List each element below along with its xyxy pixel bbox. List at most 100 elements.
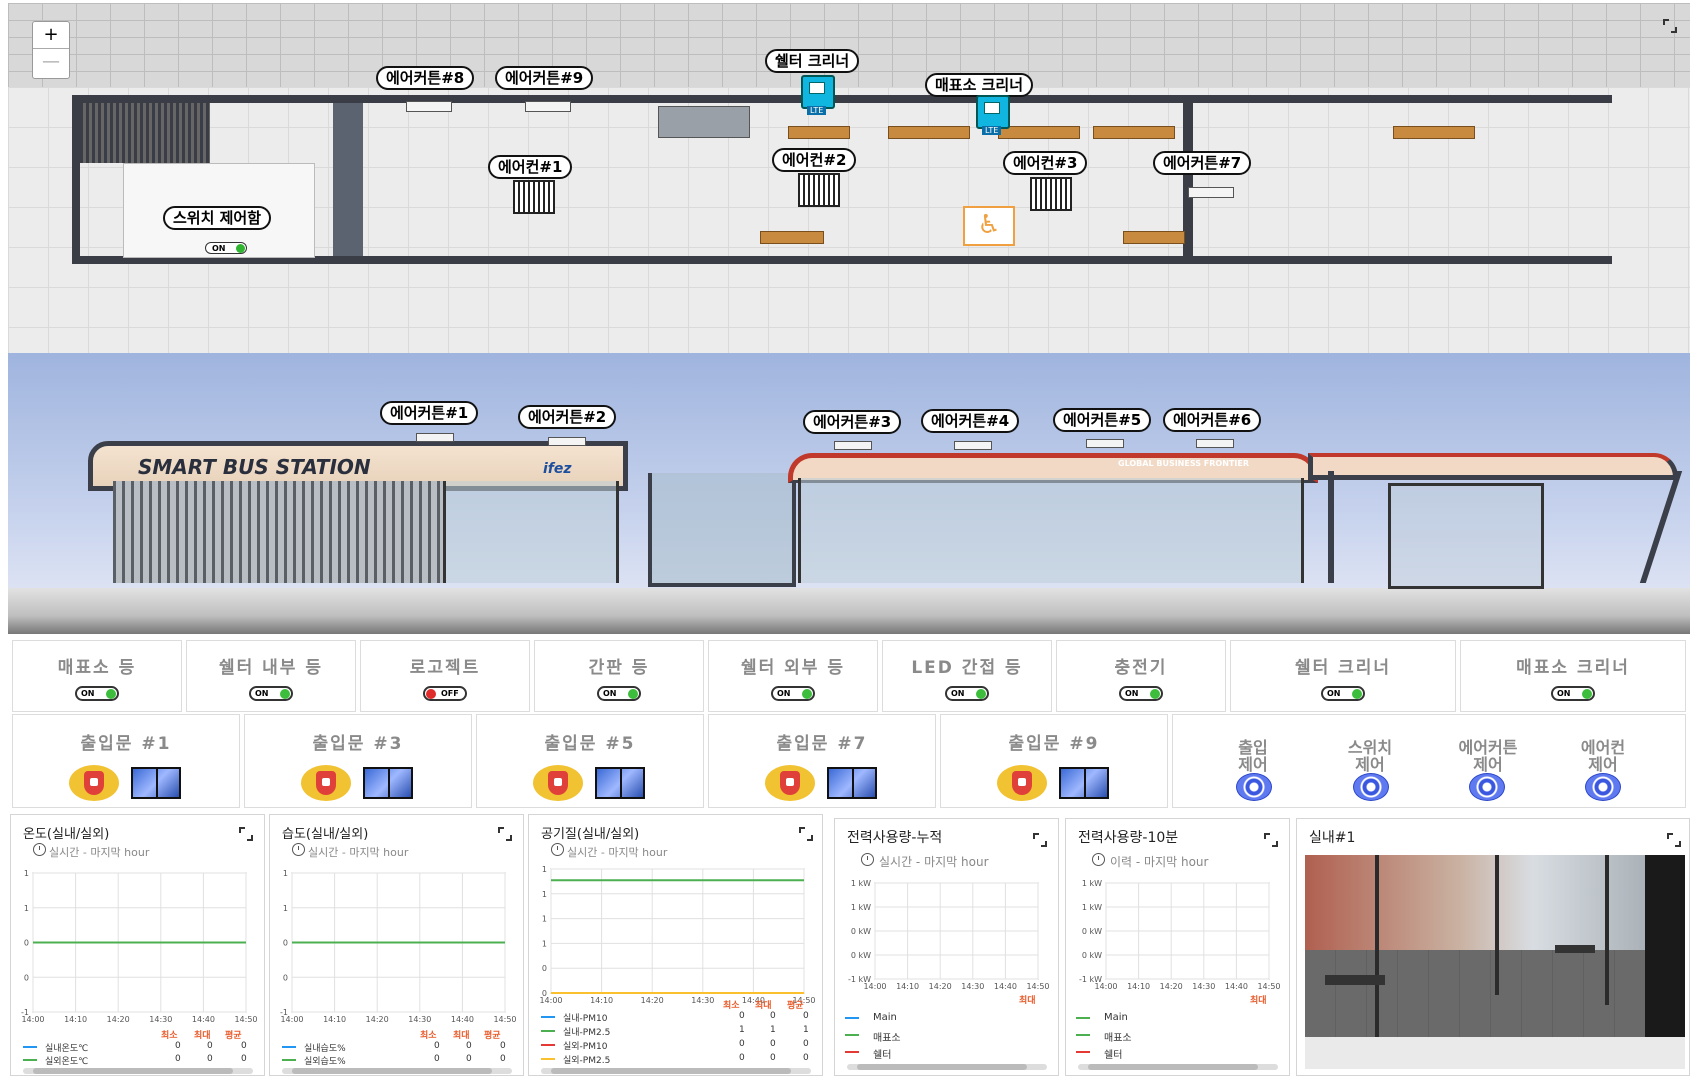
legend-label[interactable]: Main [1104, 1012, 1128, 1023]
aircurtain-2-device[interactable] [548, 437, 586, 446]
camera-feed[interactable] [1305, 855, 1685, 1037]
fullscreen-icon[interactable] [1667, 833, 1681, 847]
zoom-in-button[interactable]: + [33, 22, 69, 48]
door-open-icon[interactable] [595, 767, 645, 799]
toggle-state: ON [1327, 689, 1341, 698]
zoom-out-button[interactable]: — [33, 48, 69, 75]
label-shelter-cleaner[interactable]: 쉘터 크리너 [765, 49, 860, 73]
scrollbar-thumb[interactable] [33, 1068, 233, 1074]
scrollbar-thumb[interactable] [292, 1068, 492, 1074]
aircon-1-device[interactable] [513, 180, 555, 214]
lock-icon[interactable] [533, 765, 583, 801]
fullscreen-icon[interactable] [1033, 833, 1047, 847]
aircurtain-4-device[interactable] [954, 441, 992, 450]
legend-label[interactable]: 실내-PM10 [563, 1011, 607, 1024]
aircurtain-3-device[interactable] [834, 441, 872, 450]
lock-icon[interactable] [69, 765, 119, 801]
x-tick-label: 14:20 [107, 1015, 130, 1024]
legend-label[interactable]: 실외-PM2.5 [563, 1053, 610, 1066]
horizontal-scrollbar[interactable] [1078, 1064, 1278, 1070]
label-aircurtain-3[interactable]: 에어커튼#3 [803, 410, 902, 434]
lock-icon[interactable] [997, 765, 1047, 801]
scrollbar-thumb[interactable] [1088, 1064, 1258, 1070]
lock-icon[interactable] [301, 765, 351, 801]
partition-wall [333, 103, 363, 256]
label-aircurtain-2[interactable]: 에어커튼#2 [518, 405, 617, 429]
switch-toggle[interactable]: ON [1551, 686, 1595, 701]
horizontal-scrollbar[interactable] [23, 1068, 253, 1074]
aircurtain-7-device[interactable] [1188, 187, 1234, 198]
door-open-icon[interactable] [131, 767, 181, 799]
label-aircurtain-4[interactable]: 에어커튼#4 [921, 409, 1020, 433]
aircon-3-device[interactable] [1030, 177, 1072, 211]
legend-label[interactable]: 실외습도% [304, 1054, 346, 1067]
switch-box-toggle[interactable]: ON [205, 242, 247, 254]
scrollbar-thumb[interactable] [551, 1068, 791, 1074]
lock-icon[interactable] [765, 765, 815, 801]
aircon-2-device[interactable] [798, 173, 840, 207]
label-switch-box[interactable]: 스위치 제어함 [163, 206, 272, 230]
horizontal-scrollbar[interactable] [282, 1068, 512, 1074]
legend-label[interactable]: 실내습도% [304, 1041, 346, 1054]
label-aircon-1[interactable]: 에어컨#1 [488, 155, 573, 179]
door-open-icon[interactable] [827, 767, 877, 799]
lte-badge: LTE [982, 126, 1002, 135]
floor-plan-map[interactable]: ♿ + — 에어커튼#8 에어커튼#9 에어커튼#7 쉘터 크리너 LTE 매표… [8, 3, 1690, 353]
legend-label[interactable]: 매표소 [873, 1029, 901, 1044]
switch-toggle[interactable]: ON [75, 686, 119, 701]
switch-toggle[interactable]: ON [249, 686, 293, 701]
fullscreen-icon[interactable] [498, 827, 512, 841]
switch-toggle[interactable]: OFF [423, 686, 467, 701]
switch-control-gear-icon[interactable] [1353, 773, 1389, 801]
label-aircurtain-8[interactable]: 에어커튼#8 [376, 66, 475, 90]
door-open-icon[interactable] [1059, 767, 1109, 799]
status-dot [1582, 689, 1592, 699]
kiosk-cleaner-device[interactable]: LTE [976, 95, 1010, 135]
switch-toggle[interactable]: ON [597, 686, 641, 701]
legend-label[interactable]: 실내온도℃ [45, 1041, 88, 1054]
shelter-cleaner-device[interactable]: LTE [801, 75, 835, 115]
door-card: 출입문 #5 [476, 714, 704, 808]
scrollbar-thumb[interactable] [857, 1064, 1027, 1070]
legend-label[interactable]: 쉘터 [1104, 1046, 1122, 1061]
y-tick-label: -1 [21, 1008, 29, 1017]
aircurtain-control-gear-icon[interactable] [1469, 773, 1505, 801]
aircurtain-9-device[interactable] [525, 101, 571, 112]
label-aircurtain-9[interactable]: 에어커튼#9 [495, 66, 594, 90]
fullscreen-icon[interactable] [799, 827, 813, 841]
center-connector [648, 473, 796, 587]
label-aircon-3[interactable]: 에어컨#3 [1003, 151, 1088, 175]
label-aircurtain-7[interactable]: 에어커튼#7 [1153, 151, 1252, 175]
label-aircurtain-6[interactable]: 에어커튼#6 [1163, 408, 1262, 432]
legend-label[interactable]: Main [873, 1012, 897, 1023]
widget-humidity: 습도(실내/실외) 실시간 - 마지막 hour 14:00 14:10 14:20… [269, 814, 524, 1076]
aircurtain-6-device[interactable] [1196, 439, 1234, 448]
switch-toggle[interactable]: ON [945, 686, 989, 701]
fullscreen-icon[interactable] [239, 827, 253, 841]
switch-toggle[interactable]: ON [1119, 686, 1163, 701]
legend-label[interactable]: 실외온도℃ [45, 1054, 88, 1067]
horizontal-scrollbar[interactable] [541, 1068, 811, 1074]
map-fullscreen-icon[interactable] [1663, 19, 1677, 33]
horizontal-scrollbar[interactable] [847, 1064, 1047, 1070]
label-aircurtain-5[interactable]: 에어커튼#5 [1053, 408, 1152, 432]
switch-toggle[interactable]: ON [771, 686, 815, 701]
label-aircon-2[interactable]: 에어컨#2 [772, 148, 857, 172]
legend-label[interactable]: 실외-PM10 [563, 1039, 607, 1052]
x-tick-label: 14:40 [451, 1015, 474, 1024]
switch-label: 간판 등 [588, 658, 650, 678]
door-open-icon[interactable] [363, 767, 413, 799]
legend-label[interactable]: 실내-PM2.5 [563, 1025, 610, 1038]
aircurtain-5-device[interactable] [1086, 439, 1124, 448]
aircurtain-1-device[interactable] [416, 433, 454, 442]
aircurtain-8-device[interactable] [406, 101, 452, 112]
label-aircurtain-1[interactable]: 에어커튼#1 [380, 401, 479, 425]
legend-label[interactable]: 쉘터 [873, 1046, 891, 1061]
label-kiosk-cleaner[interactable]: 매표소 크리너 [925, 73, 1034, 97]
switch-toggle[interactable]: ON [1321, 686, 1365, 701]
door-control-gear-icon[interactable] [1236, 773, 1272, 801]
aircon-control-gear-icon[interactable] [1585, 773, 1621, 801]
stat-value: 0 [803, 1039, 809, 1049]
fullscreen-icon[interactable] [1264, 833, 1278, 847]
legend-label[interactable]: 매표소 [1104, 1029, 1132, 1044]
